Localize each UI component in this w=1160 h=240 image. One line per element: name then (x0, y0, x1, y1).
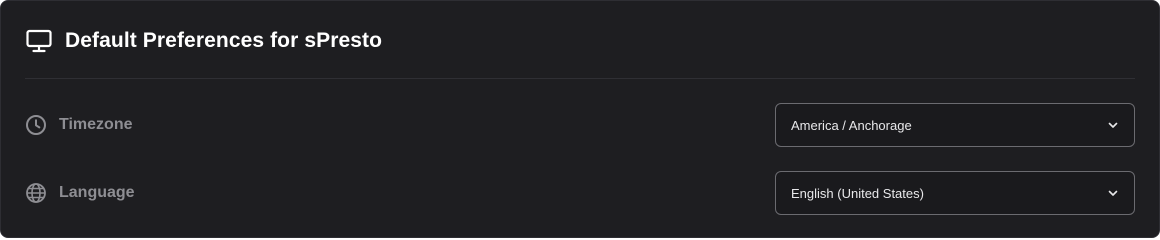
header-divider (25, 78, 1135, 79)
page-title: Default Preferences for sPresto (65, 29, 383, 52)
language-label: Language (59, 184, 135, 201)
language-label-group: Language (25, 182, 135, 204)
card-header: Default Preferences for sPresto (25, 23, 382, 59)
timezone-select-value: America / Anchorage (791, 117, 912, 133)
chevron-down-icon (1107, 187, 1119, 199)
timezone-select[interactable]: America / Anchorage (775, 103, 1135, 147)
monitor-icon (25, 27, 53, 55)
timezone-label: Timezone (59, 116, 133, 133)
chevron-down-icon (1107, 119, 1119, 131)
timezone-row: Timezone America / Anchorage (25, 103, 1135, 147)
language-select[interactable]: English (United States) (775, 171, 1135, 215)
language-row: Language English (United States) (25, 171, 1135, 215)
clock-icon (25, 114, 47, 136)
language-select-value: English (United States) (791, 185, 924, 201)
globe-icon (25, 182, 47, 204)
preferences-card: Default Preferences for sPresto Timezone… (0, 0, 1160, 238)
timezone-label-group: Timezone (25, 114, 133, 136)
